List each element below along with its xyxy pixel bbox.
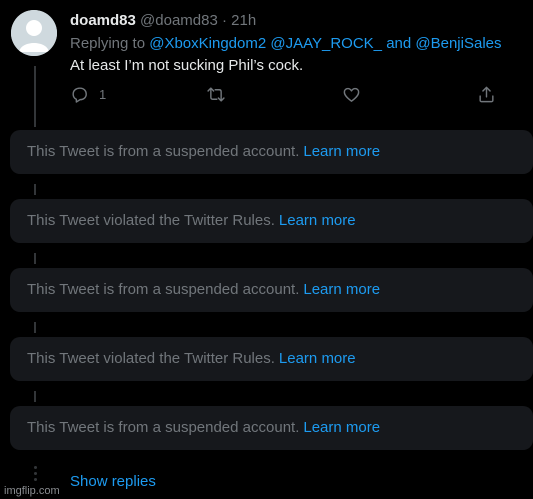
notice-text: This Tweet violated the Twitter Rules. <box>27 212 275 229</box>
learn-more-link[interactable]: Learn more <box>279 212 356 229</box>
display-name[interactable]: doamd83 <box>70 12 136 29</box>
tweet-actions: 1 <box>70 85 500 105</box>
thread-connector <box>34 253 36 264</box>
mention-link[interactable]: @XboxKingdom2 <box>149 35 266 52</box>
reply-icon <box>72 87 87 103</box>
retweet-icon <box>207 87 225 102</box>
mention-link[interactable]: @JAAY_ROCK_ <box>270 35 382 52</box>
thread-connector <box>34 322 36 333</box>
share-button[interactable] <box>477 85 496 104</box>
thread-connector <box>34 184 36 195</box>
watermark: imgflip.com <box>4 485 60 497</box>
mention-joiner[interactable]: and <box>386 35 411 52</box>
retweet-button[interactable] <box>206 85 226 104</box>
notice-text: This Tweet violated the Twitter Rules. <box>27 350 275 367</box>
notice-text: This Tweet is from a suspended account. <box>27 281 300 298</box>
learn-more-link[interactable]: Learn more <box>303 281 380 298</box>
thread-connector <box>34 391 36 402</box>
reply-count: 1 <box>99 87 107 102</box>
like-button[interactable] <box>342 85 361 104</box>
separator-dot: · <box>221 12 227 29</box>
reply-button[interactable]: 1 <box>70 85 106 104</box>
unavailable-tweet-notice: This Tweet violated the Twitter Rules. Le… <box>10 337 533 381</box>
avatar[interactable] <box>11 10 57 56</box>
user-handle[interactable]: @doamd83 <box>140 12 218 29</box>
share-icon <box>479 86 494 103</box>
unavailable-tweet-notice: This Tweet is from a suspended account. L… <box>10 406 533 450</box>
heart-icon <box>343 87 360 102</box>
more-replies-dots <box>33 466 37 484</box>
replying-to-line: Replying to @XboxKingdom2 @JAAY_ROCK_ an… <box>70 34 525 53</box>
default-avatar-icon <box>11 10 57 56</box>
learn-more-link[interactable]: Learn more <box>279 350 356 367</box>
learn-more-link[interactable]: Learn more <box>303 143 380 160</box>
tweet-header: doamd83 @doamd83 · 21h <box>70 11 525 30</box>
unavailable-tweet-notice: This Tweet is from a suspended account. L… <box>10 268 533 312</box>
learn-more-link[interactable]: Learn more <box>303 419 380 436</box>
mention-link[interactable]: @BenjiSales <box>415 35 501 52</box>
notice-text: This Tweet is from a suspended account. <box>27 419 300 436</box>
unavailable-tweet-notice: This Tweet is from a suspended account. L… <box>10 130 533 174</box>
notice-text: This Tweet is from a suspended account. <box>27 143 300 160</box>
replying-to-label: Replying to <box>70 35 146 52</box>
timestamp[interactable]: 21h <box>231 12 256 29</box>
show-replies-link[interactable]: Show replies <box>70 472 156 491</box>
tweet-text: At least I’m not sucking Phil’s cock. <box>70 57 304 74</box>
unavailable-tweet-notice: This Tweet violated the Twitter Rules. Le… <box>10 199 533 243</box>
thread-line <box>34 66 36 127</box>
tweet[interactable]: doamd83 @doamd83 · 21h Replying to @Xbox… <box>70 11 525 75</box>
